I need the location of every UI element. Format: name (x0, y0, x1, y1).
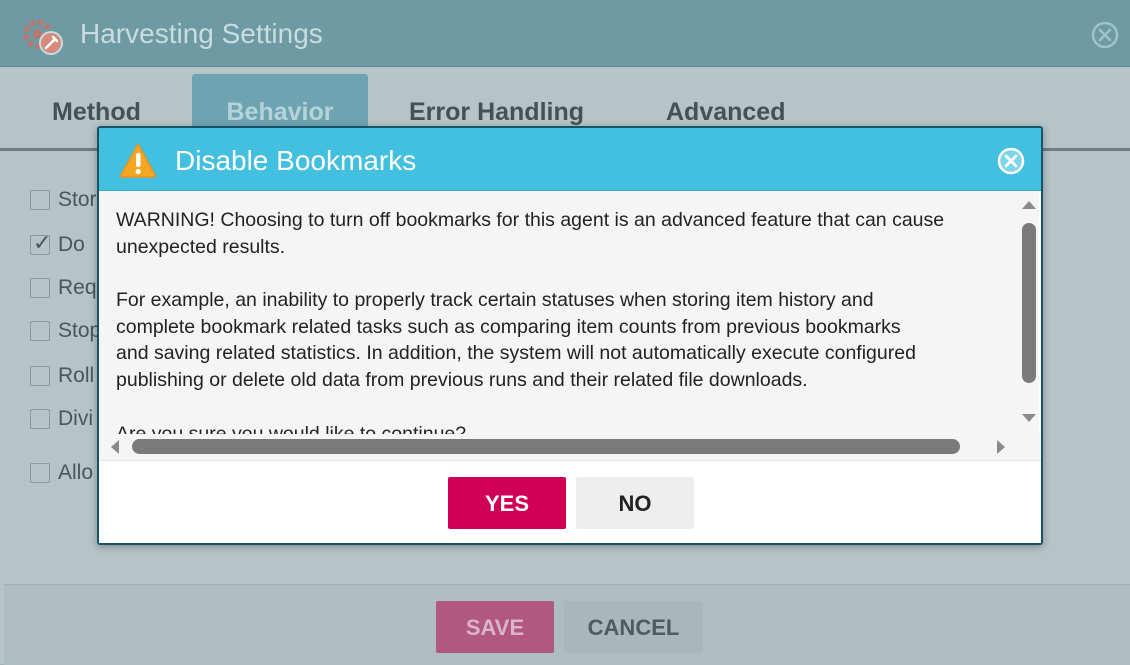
option-label: Roll (58, 364, 95, 387)
example-line: and saving related statistics. In additi… (116, 342, 916, 365)
vertical-scroll-thumb[interactable] (1022, 223, 1036, 383)
option-label: Stor (58, 188, 97, 211)
dialog-footer: YES NO (99, 461, 1041, 543)
warning-line: WARNING! Choosing to turn off bookmarks … (116, 209, 945, 231)
dialog-body: WARNING! Choosing to turn off bookmarks … (99, 191, 1019, 434)
dialog-message: WARNING! Choosing to turn off bookmarks … (116, 207, 1019, 434)
option-label: Do (58, 233, 85, 256)
example-line: publishing or delete old data from previ… (116, 368, 808, 391)
checkbox[interactable] (30, 463, 50, 483)
tab-behavior-label: Behavior (226, 98, 334, 126)
disable-bookmarks-dialog: Disable Bookmarks WARNING! Choosing to t… (97, 126, 1043, 545)
window-title: Harvesting Settings (80, 18, 323, 49)
tab-method[interactable]: Method (52, 98, 141, 127)
checkbox-checked[interactable]: ✓ (30, 230, 51, 255)
vertical-scrollbar[interactable] (1019, 191, 1039, 434)
checkbox[interactable] (30, 321, 50, 341)
cancel-button[interactable]: CANCEL (564, 601, 703, 653)
warning-icon (119, 143, 157, 178)
scroll-down-arrow-icon[interactable] (1022, 414, 1036, 422)
checkbox[interactable] (30, 366, 50, 386)
scroll-left-arrow-icon[interactable] (111, 440, 119, 454)
example-line: complete bookmark related tasks such as … (116, 315, 901, 338)
option-label: Req (58, 276, 97, 299)
option-label: Divi (58, 407, 93, 430)
scroll-up-arrow-icon[interactable] (1022, 201, 1036, 209)
settings-gear-icon (23, 19, 63, 55)
checkbox[interactable] (30, 278, 50, 298)
dialog-close-icon[interactable] (997, 147, 1025, 175)
checkbox[interactable] (30, 190, 50, 210)
checkbox[interactable] (30, 409, 50, 429)
yes-button[interactable]: YES (448, 477, 566, 529)
save-button[interactable]: SAVE (436, 601, 554, 653)
option-label: Stop (58, 319, 102, 342)
option-label: Allo (58, 461, 94, 484)
dialog-title: Disable Bookmarks (175, 145, 417, 176)
tab-error-handling[interactable]: Error Handling (409, 98, 584, 127)
tab-advanced[interactable]: Advanced (666, 98, 785, 127)
confirm-question: Are you sure you would like to continue? (116, 422, 467, 434)
checkmark-icon: ✓ (33, 230, 52, 255)
dialog-header: Disable Bookmarks (99, 128, 1041, 191)
window-close-icon[interactable] (1091, 21, 1119, 49)
scroll-right-arrow-icon[interactable] (997, 440, 1005, 454)
window-titlebar: Harvesting Settings (0, 0, 1130, 67)
horizontal-scroll-thumb[interactable] (132, 439, 960, 454)
no-button[interactable]: NO (576, 477, 694, 529)
horizontal-scrollbar[interactable] (99, 434, 1041, 461)
warning-line: unexpected results. (116, 235, 286, 258)
example-line: For example, an inability to properly tr… (116, 289, 874, 312)
